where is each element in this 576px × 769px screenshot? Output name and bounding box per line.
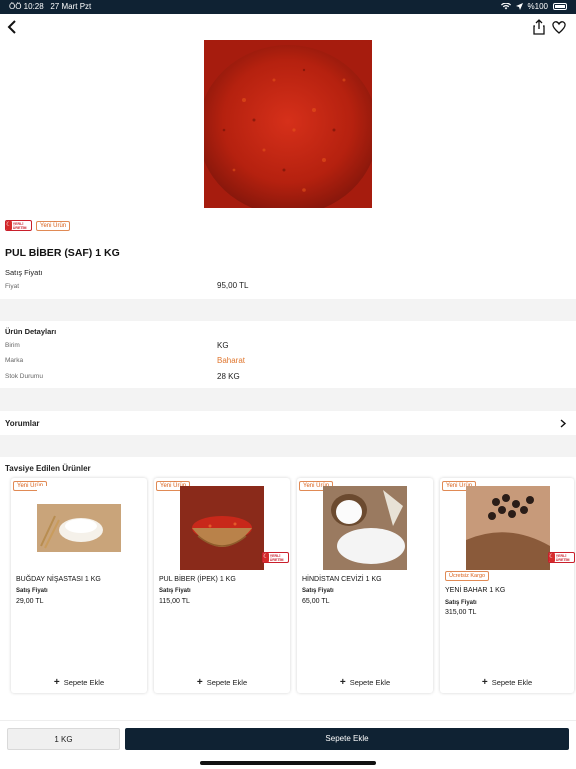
share-icon[interactable] bbox=[532, 19, 546, 35]
top-bar bbox=[0, 14, 576, 40]
product-badges: ☾ YERLİ ÜRETİM Yeni Ürün bbox=[5, 220, 71, 231]
add-to-cart-button[interactable]: + Sepete Ekle bbox=[11, 677, 147, 688]
add-to-cart-label: Sepete Ekle bbox=[491, 678, 533, 687]
product-name: BUĞDAY NİŞASTASI 1 KG bbox=[16, 576, 101, 583]
quantity-selector[interactable]: 1 KG bbox=[7, 728, 120, 750]
add-to-cart-button[interactable]: + Sepete Ekle bbox=[297, 677, 433, 688]
location-icon bbox=[515, 2, 523, 10]
wifi-icon bbox=[500, 3, 511, 10]
battery-percent: %100 bbox=[527, 2, 548, 11]
chevron-right-icon bbox=[560, 419, 567, 428]
price-value: 65,00 TL bbox=[302, 598, 330, 605]
status-right: %100 bbox=[500, 2, 567, 11]
local-production-badge: ☾ YERLİ ÜRETİM bbox=[548, 552, 575, 563]
local-production-badge: ☾ YERLİ ÜRETİM bbox=[5, 220, 32, 231]
product-name: HİNDİSTAN CEVİZİ 1 KG bbox=[302, 576, 382, 583]
product-thumbnail bbox=[180, 486, 264, 570]
reviews-row[interactable]: Yorumlar bbox=[0, 411, 576, 435]
add-to-cart-label: Sepete Ekle bbox=[349, 678, 391, 687]
price-label: Satış Fiyatı bbox=[159, 588, 191, 594]
section-divider bbox=[0, 435, 576, 457]
product-card[interactable]: Yeni Ürün BUĞDAY NİŞASTASI 1 KG Satış Fi… bbox=[11, 478, 147, 693]
product-card[interactable]: Yeni Ürün ☾ YERLİ ÜRETİM PUL BİBER (İPEK… bbox=[154, 478, 290, 693]
add-to-cart-button[interactable]: Sepete Ekle bbox=[125, 728, 569, 750]
battery-icon bbox=[553, 3, 567, 10]
home-indicator bbox=[200, 761, 376, 765]
details-heading: Ürün Detayları bbox=[5, 327, 57, 336]
status-date: 27 Mart Pzt bbox=[50, 2, 92, 11]
product-thumbnail bbox=[37, 486, 121, 570]
product-title: PUL BİBER (SAF) 1 KG bbox=[5, 247, 120, 259]
add-to-cart-button[interactable]: + Sepete Ekle bbox=[154, 677, 290, 688]
back-arrow-icon[interactable] bbox=[6, 19, 20, 35]
price-label: Fiyat bbox=[5, 283, 20, 290]
status-time: ÖÖ 10:28 bbox=[9, 2, 44, 11]
price-label: Satış Fiyatı bbox=[302, 588, 334, 594]
plus-icon: + bbox=[196, 677, 203, 688]
stock-label: Stok Durumu bbox=[5, 373, 43, 380]
price-value: 315,00 TL bbox=[445, 609, 477, 616]
price-label: Satış Fiyatı bbox=[16, 588, 48, 594]
favorite-heart-icon[interactable] bbox=[551, 19, 567, 35]
section-divider bbox=[0, 388, 576, 411]
local-production-label: YERLİ ÜRETİM bbox=[269, 553, 284, 562]
price-value: 95,00 TL bbox=[217, 281, 249, 290]
new-product-badge: Yeni Ürün bbox=[36, 220, 71, 231]
section-divider bbox=[0, 299, 576, 321]
plus-icon: + bbox=[53, 677, 60, 688]
product-thumbnail bbox=[323, 486, 407, 570]
status-bar: ÖÖ 10:28 27 Mart Pzt %100 bbox=[0, 0, 576, 14]
price-label: Satış Fiyatı bbox=[445, 600, 477, 606]
plus-icon: + bbox=[481, 677, 488, 688]
status-time-date: ÖÖ 10:28 27 Mart Pzt bbox=[9, 2, 91, 11]
reviews-label: Yorumlar bbox=[5, 419, 40, 428]
unit-label: Birim bbox=[5, 342, 20, 349]
local-production-label: YERLİ ÜRETİM bbox=[12, 221, 27, 230]
product-name: YENİ BAHAR 1 KG bbox=[445, 587, 506, 594]
product-name: PUL BİBER (İPEK) 1 KG bbox=[159, 576, 236, 583]
product-image bbox=[204, 40, 372, 208]
product-card[interactable]: Yeni Ürün HİNDİSTAN CEVİZİ 1 KG Satış Fi… bbox=[297, 478, 433, 693]
add-to-cart-button[interactable]: + Sepete Ekle bbox=[440, 677, 574, 688]
brand-link[interactable]: Baharat bbox=[217, 356, 245, 365]
local-production-label: YERLİ ÜRETİM bbox=[555, 553, 570, 562]
recommended-heading: Tavsiye Edilen Ürünler bbox=[5, 464, 91, 473]
product-thumbnail bbox=[466, 486, 550, 570]
add-to-cart-label: Sepete Ekle bbox=[63, 678, 105, 687]
price-value: 29,00 TL bbox=[16, 598, 44, 605]
unit-value: KG bbox=[217, 341, 229, 350]
brand-label: Marka bbox=[5, 357, 24, 364]
plus-icon: + bbox=[339, 677, 346, 688]
bottom-action-bar: 1 KG Sepete Ekle bbox=[0, 720, 576, 769]
price-value: 115,00 TL bbox=[159, 598, 190, 605]
stock-value: 28 KG bbox=[217, 372, 240, 381]
product-card[interactable]: Yeni Ürün ☾ YERLİ ÜRETİM Ücretsiz Kargo … bbox=[440, 478, 575, 693]
local-production-badge: ☾ YERLİ ÜRETİM bbox=[262, 552, 289, 563]
free-shipping-badge: Ücretsiz Kargo bbox=[445, 571, 490, 581]
add-to-cart-label: Sepete Ekle bbox=[206, 678, 248, 687]
price-section-heading: Satış Fiyatı bbox=[5, 268, 43, 277]
